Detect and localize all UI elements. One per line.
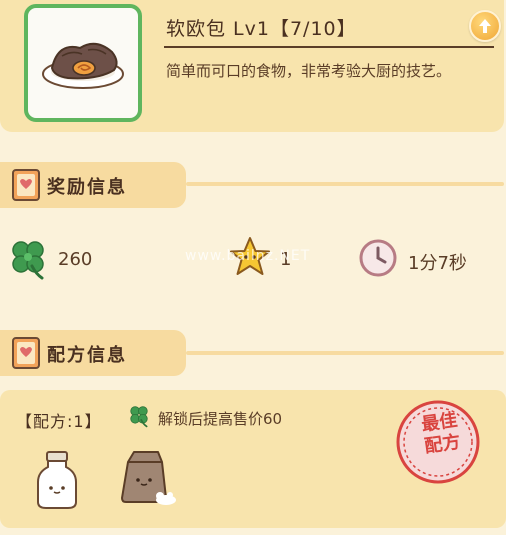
item-title: 软欧包 Lv1【7/10】 — [166, 18, 357, 40]
title-divider — [164, 46, 494, 48]
upgrade-arrow-icon — [479, 19, 491, 33]
item-description: 简单而可口的食物，非常考验大厨的技艺。 — [166, 62, 452, 80]
book-icon — [12, 337, 40, 369]
item-thumbnail — [24, 4, 142, 122]
milk-bottle-icon[interactable] — [34, 450, 80, 510]
bread-icon — [42, 42, 124, 89]
stamp-text: 最佳 配方 — [413, 409, 469, 460]
watermark: www.bailnz.NET — [185, 248, 311, 264]
recipe-bonus-text: 解锁后提高售价60 — [158, 410, 283, 428]
recipe-title: 【配方:1】 — [16, 412, 102, 431]
clock-icon — [359, 239, 397, 277]
flour-bag-icon[interactable] — [118, 450, 178, 506]
book-icon — [12, 169, 40, 201]
time-reward-value: 1分7秒 — [408, 253, 467, 274]
clover-icon — [12, 241, 44, 280]
recipe-section-line — [186, 351, 504, 355]
clover-reward-value: 260 — [58, 249, 93, 270]
reward-section-label: 奖励信息 — [47, 177, 127, 198]
reward-section-line — [186, 182, 504, 186]
recipe-section-label: 配方信息 — [47, 345, 127, 366]
clover-icon — [130, 406, 148, 428]
upgrade-button[interactable] — [469, 10, 501, 42]
